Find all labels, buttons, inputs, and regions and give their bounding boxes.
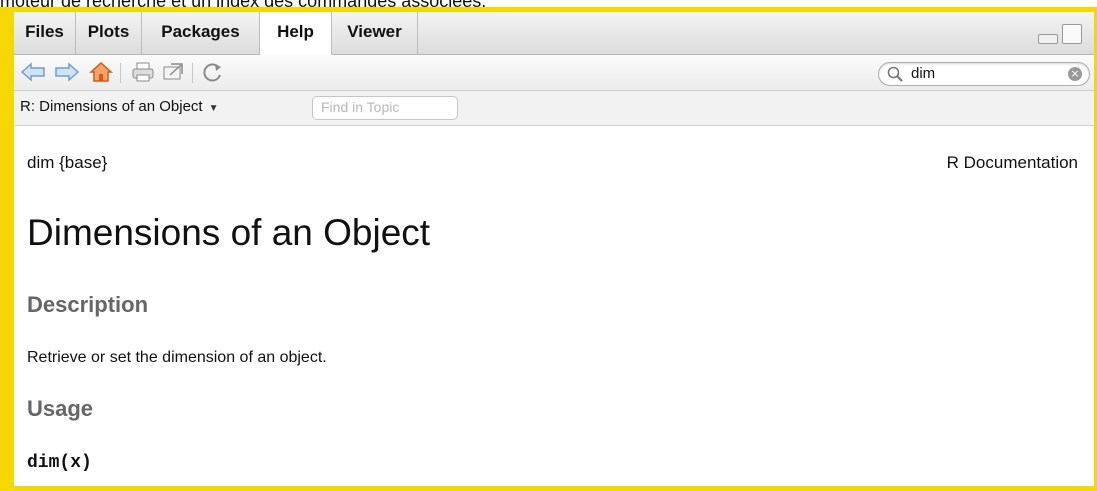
maximize-pane-button[interactable] [1062, 24, 1082, 44]
toolbar-separator [192, 63, 193, 83]
help-search-box[interactable]: × [878, 62, 1090, 86]
help-document: dim {base} R Documentation Dimensions of… [14, 126, 1094, 486]
tab-files[interactable]: Files [14, 12, 76, 54]
refresh-button[interactable] [200, 59, 226, 85]
usage-heading: Usage [27, 396, 94, 421]
description-heading: Description [27, 292, 149, 317]
back-arrow-icon [20, 62, 45, 82]
open-in-new-window-button[interactable] [160, 59, 186, 85]
print-icon [132, 62, 154, 82]
description-text: Retrieve or set the dimension of an obje… [27, 349, 327, 366]
topic-title: R: Dimensions of an Object [20, 98, 203, 115]
chevron-down-icon: ▼ [208, 103, 219, 114]
back-button[interactable] [20, 59, 46, 85]
help-toolbar: × [14, 55, 1094, 91]
usage-code: dim(x) [27, 453, 92, 473]
tab-packages[interactable]: Packages [142, 12, 260, 54]
toolbar-separator [120, 63, 121, 83]
topic-dropdown[interactable]: R: Dimensions of an Object ▼ [20, 98, 218, 115]
pane-tab-bar: Files Plots Packages Help Viewer [14, 12, 1094, 55]
forward-button[interactable] [54, 59, 80, 85]
doc-header-right: R Documentation [946, 153, 1078, 172]
search-icon [887, 66, 903, 82]
print-button[interactable] [130, 59, 156, 85]
tab-plots[interactable]: Plots [76, 12, 142, 54]
topic-bar: R: Dimensions of an Object ▼ [14, 91, 1094, 126]
home-icon [89, 61, 113, 82]
forward-arrow-icon [55, 62, 80, 82]
tab-help[interactable]: Help [260, 12, 332, 55]
tab-viewer[interactable]: Viewer [332, 12, 418, 54]
home-button[interactable] [88, 59, 114, 85]
help-pane: Files Plots Packages Help Viewer dim × R… [14, 12, 1094, 486]
doc-title: Dimensions of an Object [27, 212, 431, 253]
help-search-input[interactable] [911, 64, 1051, 82]
highlight-frame: Files Plots Packages Help Viewer dim × R… [0, 7, 1097, 491]
minimize-pane-button[interactable] [1038, 34, 1058, 44]
new-window-icon [163, 63, 183, 80]
refresh-icon [203, 63, 221, 82]
doc-header-left: dim {base} [27, 153, 108, 172]
clear-search-icon[interactable]: × [1068, 67, 1082, 81]
find-in-topic-box[interactable] [312, 96, 458, 120]
find-in-topic-input[interactable] [321, 99, 451, 115]
